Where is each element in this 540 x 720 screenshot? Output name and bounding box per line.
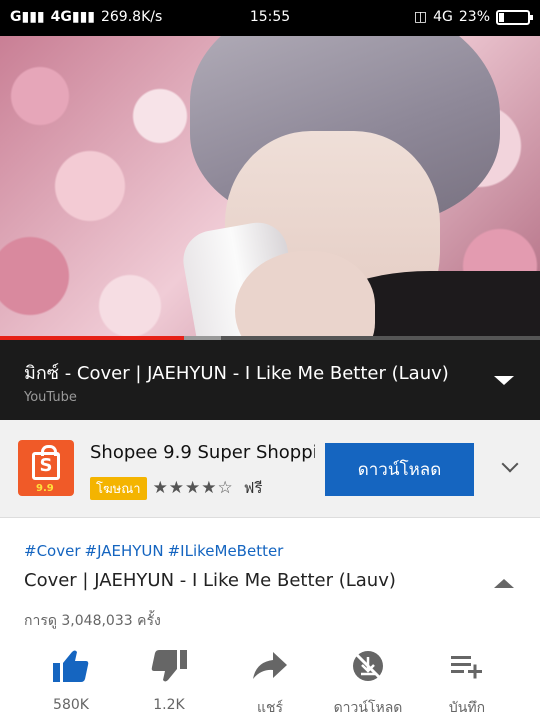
dislike-button[interactable]: 1.2K — [115, 645, 223, 713]
like-button[interactable]: 580K — [17, 645, 125, 713]
shopping-bag-icon: S — [32, 445, 60, 480]
download-button[interactable]: ดาวน์โหลด — [314, 645, 422, 719]
hashtags: #Cover #JAEHYUN #ILikeMeBetter — [24, 542, 283, 560]
battery-percent: 23% — [458, 9, 490, 25]
save-label: บันทึก — [448, 700, 486, 716]
download-icon — [353, 651, 383, 681]
right-network-indicator: 4G — [433, 9, 453, 25]
ad-price: ฟรี — [243, 479, 263, 497]
shopee-logo[interactable]: S 9.9 — [18, 440, 74, 496]
save-button[interactable]: บันทึก — [413, 645, 521, 719]
now-playing-title: มิกซ์ - Cover | JAEHYUN - I Like Me Bett… — [24, 363, 449, 384]
thumbs-down-icon — [151, 650, 187, 682]
ad-card[interactable]: S 9.9 Shopee 9.9 Super Shoppi... โฆษณา ★… — [0, 420, 540, 518]
now-playing-channel: YouTube — [24, 390, 77, 405]
collapse-icon[interactable] — [494, 579, 514, 588]
video-title: Cover | JAEHYUN - I Like Me Better (Lauv… — [24, 570, 396, 591]
hashtag-link[interactable]: #JAEHYUN — [85, 542, 164, 560]
view-count: การดู 3,048,033 ครั้ง — [24, 613, 161, 629]
ad-download-button[interactable]: ดาวน์โหลด — [325, 443, 474, 496]
ad-badge: โฆษณา — [90, 476, 147, 500]
thumbs-up-icon — [53, 650, 89, 682]
action-row: 580K 1.2K แชร์ ดาวน์โหลด บันทึก — [0, 645, 540, 720]
status-right: ◫ 4G 23% — [413, 9, 533, 25]
like-count: 580K — [53, 697, 89, 713]
hashtag-link[interactable]: #ILikeMeBetter — [168, 542, 284, 560]
logo-promo: 9.9 — [36, 483, 54, 494]
rating-stars: ★★★★☆ — [152, 478, 234, 498]
share-icon — [253, 652, 287, 679]
ad-title[interactable]: Shopee 9.9 Super Shoppi... — [90, 442, 315, 463]
dislike-count: 1.2K — [153, 697, 185, 713]
share-label: แชร์ — [256, 700, 284, 716]
battery-fill — [499, 12, 504, 22]
chevron-down-icon[interactable] — [501, 455, 519, 473]
ad-meta: โฆษณา ★★★★☆ ฟรี — [90, 476, 262, 500]
expand-icon[interactable] — [494, 376, 514, 385]
video-player[interactable] — [0, 36, 540, 338]
now-playing-strip[interactable]: มิกซ์ - Cover | JAEHYUN - I Like Me Bett… — [0, 340, 540, 420]
vibrate-icon: ◫ — [413, 9, 428, 25]
share-button[interactable]: แชร์ — [216, 645, 324, 719]
hashtag-link[interactable]: #Cover — [24, 542, 81, 560]
download-label: ดาวน์โหลด — [333, 700, 403, 716]
status-bar: G▮▮▮ 4G▮▮▮ 269.8K/s 15:55 ◫ 4G 23% — [0, 0, 540, 36]
save-playlist-icon — [451, 656, 482, 679]
battery-icon — [496, 9, 533, 25]
